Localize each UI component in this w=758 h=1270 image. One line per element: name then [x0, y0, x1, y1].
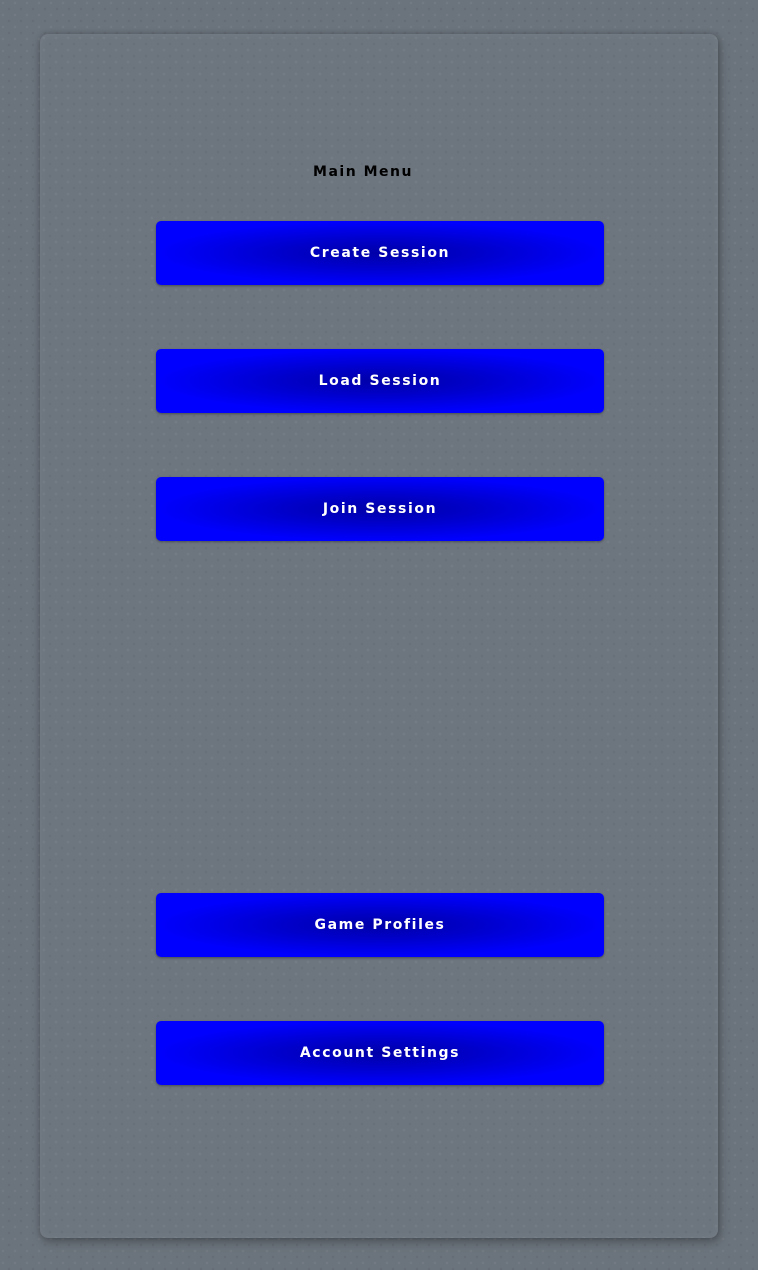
account-settings-button[interactable]: Account Settings: [156, 1021, 604, 1085]
main-menu-panel: Main Menu Create Session Load Session Jo…: [40, 34, 718, 1238]
create-session-button[interactable]: Create Session: [156, 221, 604, 285]
create-session-label: Create Session: [309, 245, 451, 261]
load-session-button[interactable]: Load Session: [156, 349, 604, 413]
load-session-label: Load Session: [318, 373, 442, 389]
account-settings-label: Account Settings: [299, 1045, 461, 1061]
join-session-button[interactable]: Join Session: [156, 477, 604, 541]
page-title: Main Menu: [313, 164, 413, 180]
game-profiles-label: Game Profiles: [314, 917, 446, 933]
join-session-label: Join Session: [322, 501, 438, 517]
game-profiles-button[interactable]: Game Profiles: [156, 893, 604, 957]
